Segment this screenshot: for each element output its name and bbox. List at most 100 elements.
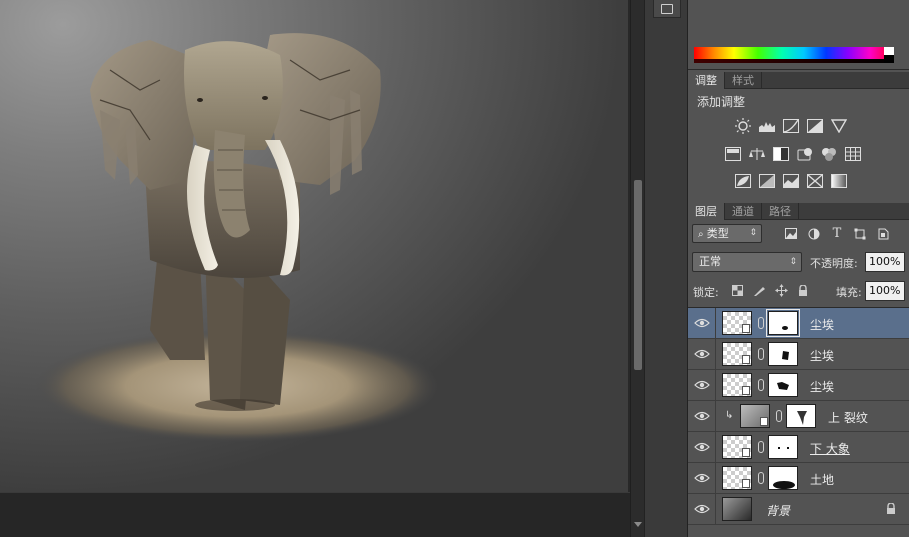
layer-name[interactable]: 下 大象	[810, 440, 850, 457]
layer-mask-thumbnail[interactable]	[768, 435, 798, 459]
layer-mask-thumbnail[interactable]	[768, 342, 798, 366]
layer-row[interactable]: 尘埃	[688, 308, 909, 339]
type-filter-icon[interactable]: T	[830, 226, 844, 241]
visibility-eye-icon[interactable]	[694, 347, 710, 361]
layers-tabs: 图层 通道 路径	[688, 203, 909, 220]
smart-object-badge-icon	[742, 324, 750, 333]
blend-mode-select[interactable]: 正常 ⇕	[692, 252, 802, 272]
panel-icon	[661, 3, 673, 14]
layer-mask-thumbnail[interactable]	[786, 404, 816, 428]
channel-mixer-icon[interactable]	[820, 145, 838, 163]
opacity-label: 不透明度:	[810, 257, 858, 270]
scroll-down-arrow-icon[interactable]	[634, 522, 642, 527]
layer-thumbnail[interactable]	[722, 342, 752, 366]
photo-filter-icon[interactable]	[796, 145, 814, 163]
selective-color-icon[interactable]	[806, 172, 824, 190]
smart-object-badge-icon	[742, 448, 750, 457]
blend-mode-value: 正常	[699, 255, 721, 268]
layer-mask-thumbnail[interactable]	[768, 466, 798, 490]
color-spectrum-bar[interactable]	[694, 47, 894, 63]
color-balance-icon[interactable]	[748, 145, 766, 163]
mask-link-icon[interactable]	[776, 410, 782, 422]
tab-adjustments[interactable]: 调整	[688, 72, 725, 89]
curves-icon[interactable]	[782, 117, 800, 135]
smart-object-badge-icon	[742, 386, 750, 395]
layer-row[interactable]: 背景	[688, 494, 909, 525]
layer-thumbnail[interactable]	[722, 466, 752, 490]
layer-row[interactable]: 土地	[688, 463, 909, 494]
mask-link-icon[interactable]	[758, 472, 764, 484]
adjustment-filter-icon[interactable]	[807, 227, 821, 240]
layer-name[interactable]: 背景	[766, 502, 790, 519]
layer-thumbnail[interactable]	[740, 404, 770, 428]
mask-link-icon[interactable]	[758, 441, 764, 453]
visibility-eye-icon[interactable]	[694, 378, 710, 392]
mask-link-icon[interactable]	[758, 317, 764, 329]
lock-image-pixels-icon[interactable]	[752, 284, 766, 297]
layer-mask-thumbnail[interactable]	[766, 309, 800, 337]
gradient-map-icon[interactable]	[830, 172, 848, 190]
layer-row[interactable]: 尘埃	[688, 339, 909, 370]
smart-object-badge-icon	[760, 417, 768, 426]
add-adjustment-title: 添加调整	[697, 95, 746, 109]
brightness-contrast-icon[interactable]	[734, 117, 752, 135]
mask-link-icon[interactable]	[758, 379, 764, 391]
opacity-input[interactable]: 100%	[865, 252, 905, 272]
canvas-vertical-scrollbar[interactable]	[630, 0, 644, 537]
tab-styles[interactable]: 样式	[725, 72, 762, 89]
layer-name[interactable]: 尘埃	[810, 378, 834, 395]
color-panel	[688, 0, 909, 70]
invert-icon[interactable]	[734, 172, 752, 190]
panel-toggle-button[interactable]	[653, 0, 681, 18]
visibility-eye-icon[interactable]	[694, 440, 710, 454]
scrollbar-thumb[interactable]	[634, 180, 642, 370]
updown-arrow-icon: ⇕	[789, 257, 797, 267]
smart-object-filter-icon[interactable]	[876, 227, 890, 240]
layer-name[interactable]: 上 裂纹	[828, 409, 868, 426]
threshold-icon[interactable]	[782, 172, 800, 190]
visibility-eye-icon[interactable]	[694, 409, 710, 423]
photoshop-window: 调整 样式 添加调整 图层 通道 路径 ⌕ 类型 ⇕ T 正常 ⇕ 不透明度: …	[0, 0, 909, 537]
layers-toolbar: ⌕ 类型 ⇕ T 正常 ⇕ 不透明度: 100% 锁定: 填充: 100%	[688, 221, 909, 307]
smart-object-badge-icon	[742, 355, 750, 364]
layer-name[interactable]: 土地	[810, 471, 834, 488]
background-lock-icon	[886, 502, 896, 518]
collapsed-panel-dock	[644, 0, 688, 537]
tab-paths[interactable]: 路径	[762, 203, 799, 220]
smart-object-badge-icon	[742, 479, 750, 488]
layer-name[interactable]: 尘埃	[810, 347, 834, 364]
lock-all-icon[interactable]	[796, 284, 810, 297]
black-white-swatch[interactable]	[884, 47, 894, 63]
levels-icon[interactable]	[758, 117, 776, 135]
layer-thumbnail[interactable]	[722, 311, 752, 335]
layer-mask-thumbnail[interactable]	[768, 373, 798, 397]
color-lookup-icon[interactable]	[844, 145, 862, 163]
layer-thumbnail[interactable]	[722, 373, 752, 397]
lock-position-icon[interactable]	[774, 284, 788, 297]
layer-name[interactable]: 尘埃	[810, 316, 834, 333]
mask-link-icon[interactable]	[758, 348, 764, 360]
fill-input[interactable]: 100%	[865, 281, 905, 301]
lock-transparent-pixels-icon[interactable]	[730, 284, 744, 297]
visibility-eye-icon[interactable]	[694, 502, 710, 516]
vibrance-icon[interactable]	[830, 117, 848, 135]
canvas-area[interactable]	[0, 0, 630, 537]
posterize-icon[interactable]	[758, 172, 776, 190]
layer-thumbnail[interactable]	[722, 497, 752, 521]
pixel-filter-icon[interactable]	[784, 227, 798, 240]
layer-row[interactable]: 尘埃	[688, 370, 909, 401]
layer-row[interactable]: ↳ 上 裂纹	[688, 401, 909, 432]
visibility-eye-icon[interactable]	[694, 471, 710, 485]
black-white-icon[interactable]	[772, 145, 790, 163]
layer-row[interactable]: 下 大象	[688, 432, 909, 463]
tab-channels[interactable]: 通道	[725, 203, 762, 220]
layer-kind-filter-select[interactable]: ⌕ 类型 ⇕	[692, 224, 762, 243]
shape-filter-icon[interactable]	[853, 227, 867, 240]
exposure-icon[interactable]	[806, 117, 824, 135]
visibility-eye-icon[interactable]	[694, 316, 710, 330]
document-canvas[interactable]	[0, 0, 628, 492]
layer-thumbnail[interactable]	[722, 435, 752, 459]
canvas-pasteboard	[0, 492, 630, 537]
hue-saturation-icon[interactable]	[724, 145, 742, 163]
tab-layers[interactable]: 图层	[688, 203, 725, 220]
